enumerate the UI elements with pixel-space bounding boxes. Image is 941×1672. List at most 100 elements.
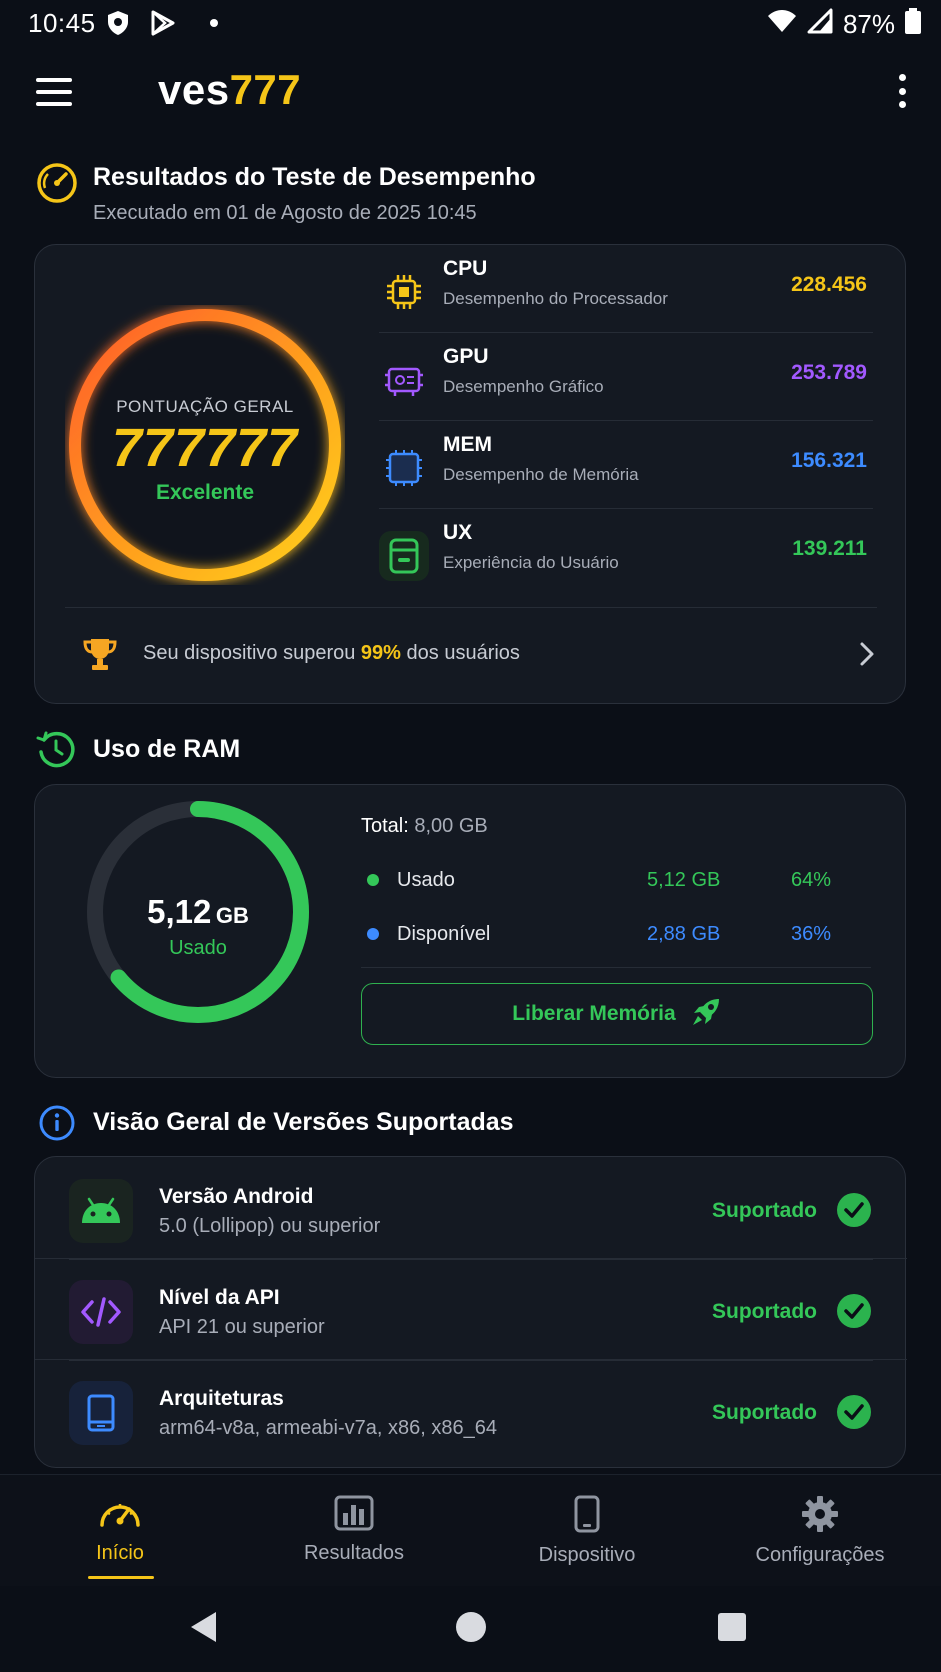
metric-desc: Desempenho de Memória [443, 465, 639, 484]
clock-refresh-icon [36, 730, 76, 775]
code-icon [69, 1280, 133, 1344]
free-memory-label: Liberar Memória [512, 1002, 676, 1025]
trophy-icon [81, 635, 119, 678]
chevron-right-icon[interactable] [859, 641, 875, 672]
ram-used-unit: GB [215, 903, 249, 928]
status-bar: 10:45 87% [0, 0, 941, 46]
nav-item-configuracoes[interactable]: Configurações [720, 1495, 920, 1567]
score-rating: Excelente [155, 481, 255, 504]
check-icon [837, 1193, 871, 1227]
check-icon [837, 1395, 871, 1429]
battery-percent: 87% [842, 9, 895, 39]
performance-title: Resultados do Teste de Desempenho [93, 163, 536, 191]
back-triangle-icon[interactable] [188, 1610, 218, 1649]
ram-total-value: 8,00 GB [414, 815, 488, 837]
hamburger-menu-icon[interactable] [36, 78, 72, 106]
phone-icon [487, 1495, 687, 1538]
version-row-android: Versão Android 5.0 (Lollipop) ou superio… [35, 1159, 907, 1259]
performance-subtitle: Executado em 01 de Agosto de 2025 10:45 [93, 202, 477, 224]
battery-icon [905, 8, 921, 41]
memory-icon [379, 443, 429, 493]
notification-dot [210, 19, 218, 27]
nav-label: Configurações [755, 1544, 885, 1566]
nav-label: Início [96, 1542, 144, 1564]
ram-title: Uso de RAM [93, 735, 241, 763]
version-sub: arm64-v8a, armeabi-v7a, x86, x86_64 [159, 1417, 497, 1439]
recents-square-icon[interactable] [718, 1613, 746, 1641]
speedometer-icon [20, 1495, 220, 1536]
legend-dot-available [367, 928, 379, 940]
play-store-icon [150, 10, 176, 41]
overall-score-ring: PONTUAÇÃO GERAL 777777 Excelente [65, 305, 345, 585]
status-right: 87% [767, 8, 921, 41]
rocket-icon [690, 996, 722, 1033]
legend-dot-used [367, 874, 379, 886]
metric-row-mem[interactable]: MEM Desempenho de Memória 156.321 [379, 421, 873, 509]
version-status: Suportado [712, 1199, 817, 1222]
ram-total-label: Total: [361, 815, 409, 837]
ram-row-size: 2,88 GB [647, 923, 721, 945]
version-row-arch: Arquiteturas arm64-v8a, armeabi-v7a, x86… [35, 1361, 907, 1461]
check-icon [837, 1294, 871, 1328]
status-time: 10:45 [28, 8, 96, 38]
tablet-icon [69, 1381, 133, 1445]
version-title: Arquiteturas [159, 1387, 284, 1410]
ram-row-label: Usado [397, 869, 455, 891]
score-label: PONTUAÇÃO GERAL [116, 397, 294, 416]
ram-row-label: Disponível [397, 923, 491, 945]
metric-row-cpu[interactable]: CPU Desempenho do Processador 228.456 [379, 245, 873, 333]
version-title: Versão Android [159, 1185, 314, 1208]
bottom-navigation: Início Resultados Dispositivo Configuraç… [0, 1474, 941, 1586]
version-row-api: Nível da API API 21 ou superior Suportad… [35, 1260, 907, 1360]
metric-name: MEM [443, 433, 492, 456]
ram-row-used: Usado 5,12 GB 64% [361, 857, 871, 907]
metric-row-gpu[interactable]: GPU Desempenho Gráfico 253.789 [379, 333, 873, 421]
divider [361, 967, 871, 968]
version-sub: API 21 ou superior [159, 1316, 325, 1338]
gear-icon [720, 1495, 920, 1538]
metric-desc: Experiência do Usuário [443, 553, 619, 572]
app-logo: ves777 [158, 66, 301, 114]
gpu-icon [379, 355, 429, 405]
active-tab-indicator [88, 1576, 154, 1579]
nav-item-inicio[interactable]: Início [20, 1495, 220, 1565]
version-title: Nível da API [159, 1286, 280, 1309]
nav-item-resultados[interactable]: Resultados [254, 1495, 454, 1565]
nav-label: Dispositivo [538, 1544, 636, 1566]
ram-row-size: 5,12 GB [647, 869, 721, 891]
ram-row-percent: 64% [790, 869, 831, 891]
free-memory-button[interactable]: Liberar Memória [361, 983, 873, 1045]
app-bar: ves777 [0, 60, 941, 124]
cpu-icon [379, 267, 429, 317]
rank-percent: 99% [360, 642, 401, 664]
wifi-icon [767, 9, 797, 40]
version-sub: 5.0 (Lollipop) ou superior [159, 1215, 381, 1237]
shield-icon [106, 10, 130, 41]
metric-value: 156.321 [791, 449, 867, 472]
metric-row-ux[interactable]: UX Experiência do Usuário 139.211 [379, 509, 873, 597]
more-options-icon[interactable] [897, 74, 907, 108]
metric-name: CPU [443, 257, 488, 280]
ram-used-value: 5,12 [147, 893, 212, 930]
metric-desc: Desempenho do Processador [443, 289, 668, 308]
metric-value: 228.456 [791, 273, 867, 296]
metric-name: UX [443, 521, 473, 544]
version-status: Suportado [712, 1300, 817, 1323]
speedometer-icon [36, 162, 78, 209]
ram-total: Total: 8,00 GB [361, 815, 488, 838]
ram-used-label: Usado [169, 937, 227, 959]
rank-prefix: Seu dispositivo superou [143, 642, 356, 664]
versions-card: Versão Android 5.0 (Lollipop) ou superio… [34, 1156, 907, 1468]
home-circle-icon[interactable] [456, 1612, 486, 1642]
ram-card: 5,12 GB Usado Total: 8,00 GB Usado 5,12 … [34, 784, 906, 1078]
logo-text-777: 777 [229, 66, 302, 113]
metric-value: 139.211 [792, 537, 867, 560]
info-icon [38, 1104, 76, 1147]
rank-row[interactable]: Seu dispositivo superou 99% dos usuários [65, 609, 877, 699]
rank-text: Seu dispositivo superou 99% dos usuários [143, 642, 520, 665]
nav-item-dispositivo[interactable]: Dispositivo [487, 1495, 687, 1567]
ram-usage-donut: 5,12 GB Usado [83, 797, 313, 1027]
score-card: PONTUAÇÃO GERAL 777777 Excelente CPU Des… [34, 244, 906, 704]
versions-title: Visão Geral de Versões Suportadas [93, 1108, 514, 1136]
metric-desc: Desempenho Gráfico [443, 377, 604, 396]
